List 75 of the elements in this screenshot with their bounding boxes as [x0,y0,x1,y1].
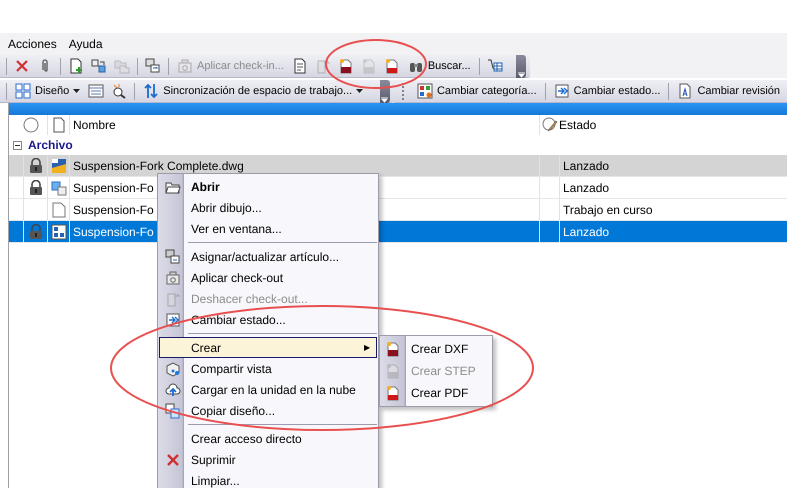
revision-document-icon [677,83,694,99]
toolbar-button[interactable]: Cambiar estado... [550,81,664,101]
document-icon [52,117,64,133]
menu-item[interactable]: Cargar en la unidad en la nube [159,379,377,400]
chevron-icon [381,96,388,102]
dropdown-button[interactable]: Diseño [12,81,84,101]
menu-bar-item[interactable]: Acciones [8,37,57,51]
overflow-button[interactable] [380,80,390,102]
menu-item[interactable]: Crear PDF [380,382,492,404]
close-icon [14,58,30,74]
menu-item[interactable]: Asignar/actualizar artículo... [159,246,377,267]
lock-icon [28,158,42,173]
document-arrow-icon [164,290,180,306]
category-icon [416,83,433,99]
camera-document-icon [164,270,180,286]
pdf-file-icon [384,58,400,74]
pdf-file-icon [384,385,400,401]
menu-item[interactable]: Suprimir [159,449,377,470]
document-icon [52,202,66,218]
menu-item[interactable]: Crear acceso directo [159,428,377,449]
toolbar-button[interactable]: Cambiar categoría... [414,81,540,101]
cloud-upload-icon [164,382,180,398]
collapse-toggle[interactable] [13,140,22,150]
layout-grid-icon [15,83,31,99]
dxf-file-icon [338,58,354,74]
status-cell: Lanzado [559,177,787,198]
overflow-button[interactable] [516,54,526,78]
new-document-icon [68,58,84,74]
radio-icon [23,117,39,133]
lock-icon [28,224,42,239]
table-row[interactable]: Suspension-Fork Complete.dwg Lanzado [9,155,787,177]
search-icon [111,83,128,99]
step-file-icon [360,58,377,74]
lock-icon [28,180,42,195]
column-header[interactable]: Estado [559,118,787,132]
camera-document-icon [177,58,193,74]
cube-share-icon [164,360,180,376]
assembly-file-icon [50,224,66,240]
menu-item[interactable]: Abrir [159,176,377,197]
pencil-icon [542,117,558,133]
folders-icon [114,58,130,74]
status-cell: Lanzado [559,221,787,242]
delete-icon [164,452,180,468]
assign-item-icon [164,248,180,264]
submenu-arrow: ▶ [364,343,370,352]
panel-icon [88,83,104,99]
dropdown-button[interactable]: Sincronización de espacio de trabajo... [140,81,366,101]
chevron-icon [518,72,524,78]
part-file-icon [50,180,66,196]
sync-arrows-icon [143,83,160,99]
document-arrow-icon [314,58,331,74]
table-icon [486,58,503,74]
drawing-file-icon [50,158,66,174]
caret-icon [73,89,80,93]
menu-item[interactable]: Cambiar estado... [159,309,377,330]
toolbar-button[interactable]: Buscar... [404,56,474,76]
menu-item[interactable]: Abrir dibujo... [159,197,377,218]
dxf-file-icon [384,341,400,357]
toolbar-button[interactable]: Cambiar revisión [674,81,783,101]
menu-bar-item[interactable]: Ayuda [68,37,103,51]
status-cell: Trabajo en curso [559,199,787,220]
menu-item[interactable]: Crear DXF [380,338,492,360]
copy-window-icon [145,58,161,74]
menu-item[interactable]: Aplicar check-out [159,267,377,288]
status-cell: Lanzado [559,155,787,176]
cubes-icon [91,58,107,74]
copy-document-icon [164,402,180,418]
step-file-icon [384,363,400,379]
document-icon [292,58,308,74]
caret-icon [356,89,364,93]
menu-item[interactable]: Compartir vista [159,358,377,379]
group-label: Archivo [28,138,73,152]
menu-item[interactable]: Limpiar... [159,470,377,488]
column-header[interactable]: Nombre [69,115,539,135]
menu-item[interactable]: Ver en ventana... [159,218,377,239]
